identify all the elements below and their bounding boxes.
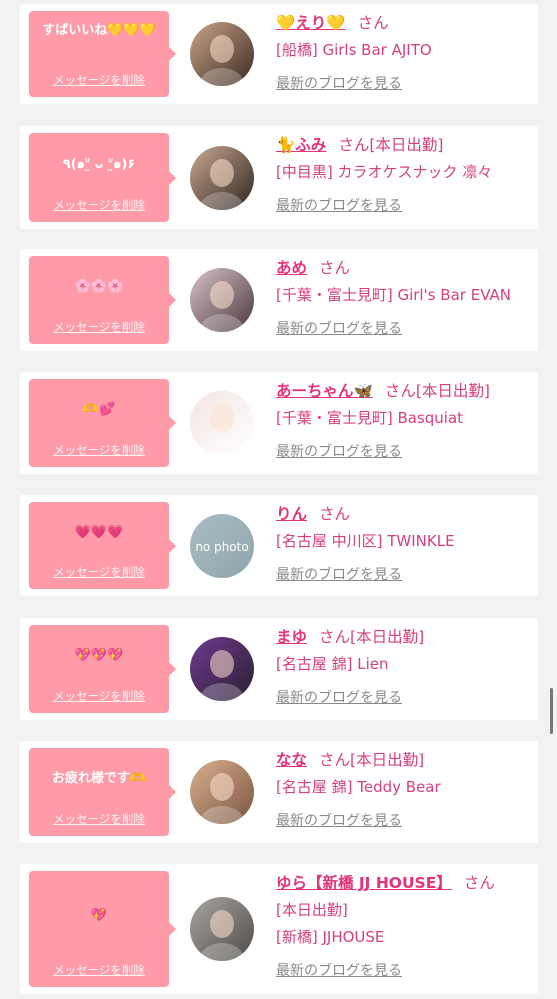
avatar[interactable]: no photo <box>190 514 254 578</box>
girl-name-link[interactable]: あめ <box>276 259 307 277</box>
shop-info: [千葉・富士見町] Girl's Bar EVAN <box>276 286 511 304</box>
message-card: 🌸🌸🌸 メッセージを削除 あめ さん [千葉・富士見町] Girl's Bar EVAN… <box>20 249 538 351</box>
message-bubble: すばいいね💛💛💛 メッセージを削除 <box>29 11 176 97</box>
message-text: 💖💖💖 <box>74 648 124 663</box>
shop-info: [名古屋 中川区] TWINKLE <box>276 532 455 550</box>
delete-message-link[interactable]: メッセージを削除 <box>29 962 169 978</box>
work-status: [本日出勤] <box>276 901 348 919</box>
honorific: さん <box>319 628 351 646</box>
name-line: 💛えり💛 さん <box>276 13 389 33</box>
name-line: あめ さん <box>276 258 350 278</box>
shop-info: [千葉・富士見町] Basquiat <box>276 409 464 427</box>
avatar[interactable] <box>190 22 254 86</box>
message-card: お疲れ様です🫶 メッセージを削除 なな さん[本日出勤] [名古屋 錦] Teddy B… <box>20 741 538 843</box>
delete-message-link[interactable]: メッセージを削除 <box>29 688 169 704</box>
avatar[interactable] <box>190 391 254 455</box>
shop-info: [船橋] Girls Bar AJITO <box>276 41 432 59</box>
delete-message-link[interactable]: メッセージを削除 <box>29 197 169 213</box>
latest-blog-link[interactable]: 最新のブログを見る <box>276 689 402 707</box>
name-line: あーちゃん🦋 さん[本日出勤] <box>276 381 490 401</box>
message-bubble: 💖 メッセージを削除 <box>29 871 176 987</box>
work-status: [本日出勤] <box>350 628 425 646</box>
message-text: 🫶💕 <box>82 402 116 417</box>
latest-blog-link[interactable]: 最新のブログを見る <box>276 197 402 215</box>
message-text: お疲れ様です🫶 <box>51 771 147 786</box>
message-card: 🫶💕 メッセージを削除 あーちゃん🦋 さん[本日出勤] [千葉・富士見町] Basqui… <box>20 372 538 474</box>
honorific: さん <box>319 259 351 277</box>
honorific: さん <box>319 751 351 769</box>
honorific: さん <box>384 382 416 400</box>
delete-message-link[interactable]: メッセージを削除 <box>29 442 169 458</box>
work-status: [本日出勤] <box>350 751 425 769</box>
message-text: 💗💗💗 <box>74 525 124 540</box>
honorific: さん <box>338 136 370 154</box>
latest-blog-link[interactable]: 最新のブログを見る <box>276 812 402 830</box>
latest-blog-link[interactable]: 最新のブログを見る <box>276 566 402 584</box>
delete-message-link[interactable]: メッセージを削除 <box>29 811 169 827</box>
avatar[interactable] <box>190 760 254 824</box>
name-line: 🐈ふみ さん[本日出勤] <box>276 135 443 155</box>
name-line: まゆ さん[本日出勤] <box>276 627 424 647</box>
latest-blog-link[interactable]: 最新のブログを見る <box>276 75 402 93</box>
message-bubble: 💗💗💗 メッセージを削除 <box>29 502 176 589</box>
avatar[interactable] <box>190 268 254 332</box>
message-bubble: お疲れ様です🫶 メッセージを削除 <box>29 748 176 836</box>
name-line: なな さん[本日出勤] <box>276 750 424 770</box>
honorific: さん <box>319 505 351 523</box>
honorific: さん <box>463 874 495 892</box>
honorific: さん <box>357 14 389 32</box>
message-bubble: ٩(๑ᐡ̤ ᴗ ᐡ̤๑)۶ メッセージを削除 <box>29 133 176 222</box>
girl-name-link[interactable]: なな <box>276 751 307 769</box>
message-card: 💖💖💖 メッセージを削除 まゆ さん[本日出勤] [名古屋 錦] Lien 最新のブログを… <box>20 618 538 720</box>
girl-name-link[interactable]: りん <box>276 505 307 523</box>
shop-info: [名古屋 錦] Lien <box>276 655 389 673</box>
message-text: ٩(๑ᐡ̤ ᴗ ᐡ̤๑)۶ <box>62 157 136 172</box>
avatar[interactable] <box>190 637 254 701</box>
message-text: 💖 <box>90 908 108 923</box>
delete-message-link[interactable]: メッセージを削除 <box>29 564 169 580</box>
name-line: りん さん <box>276 504 350 524</box>
girl-name-link[interactable]: まゆ <box>276 628 307 646</box>
name-line: ゆら【新橋 JJ HOUSE】 さん <box>276 873 495 893</box>
latest-blog-link[interactable]: 最新のブログを見る <box>276 443 402 461</box>
work-status: [本日出勤] <box>415 382 490 400</box>
girl-name-link[interactable]: 🐈ふみ <box>276 136 326 154</box>
scrollbar[interactable] <box>550 688 553 734</box>
message-card: 💗💗💗 メッセージを削除 no photo りん さん [名古屋 中川区] TWINKLE… <box>20 495 538 596</box>
girl-name-link[interactable]: ゆら【新橋 JJ HOUSE】 <box>276 874 452 892</box>
avatar[interactable] <box>190 897 254 961</box>
message-bubble: 🫶💕 メッセージを削除 <box>29 379 176 467</box>
work-status: [本日出勤] <box>369 136 444 154</box>
girl-name-link[interactable]: 💛えり💛 <box>276 14 346 32</box>
latest-blog-link[interactable]: 最新のブログを見る <box>276 962 402 980</box>
delete-message-link[interactable]: メッセージを削除 <box>29 319 169 335</box>
girl-name-link[interactable]: あーちゃん🦋 <box>276 382 373 400</box>
message-text: 🌸🌸🌸 <box>74 279 124 294</box>
message-bubble: 💖💖💖 メッセージを削除 <box>29 625 176 713</box>
avatar[interactable] <box>190 146 254 210</box>
shop-info: [中目黒] カラオケスナック 凛々 <box>276 163 493 181</box>
message-card: 💖 メッセージを削除 ゆら【新橋 JJ HOUSE】 さん [本日出勤] [新橋] JJH… <box>20 864 538 994</box>
message-bubble: 🌸🌸🌸 メッセージを削除 <box>29 256 176 344</box>
shop-info: [新橋] JJHOUSE <box>276 928 385 946</box>
latest-blog-link[interactable]: 最新のブログを見る <box>276 320 402 338</box>
shop-info: [名古屋 錦] Teddy Bear <box>276 778 441 796</box>
message-text: すばいいね💛💛💛 <box>42 23 156 38</box>
no-photo-text: no photo <box>195 540 248 554</box>
delete-message-link[interactable]: メッセージを削除 <box>29 72 169 88</box>
message-card: ٩(๑ᐡ̤ ᴗ ᐡ̤๑)۶ メッセージを削除 🐈ふみ さん[本日出勤] [中目黒] カラ… <box>20 126 538 229</box>
message-card: すばいいね💛💛💛 メッセージを削除 💛えり💛 さん [船橋] Girls Bar AJI… <box>20 4 538 104</box>
